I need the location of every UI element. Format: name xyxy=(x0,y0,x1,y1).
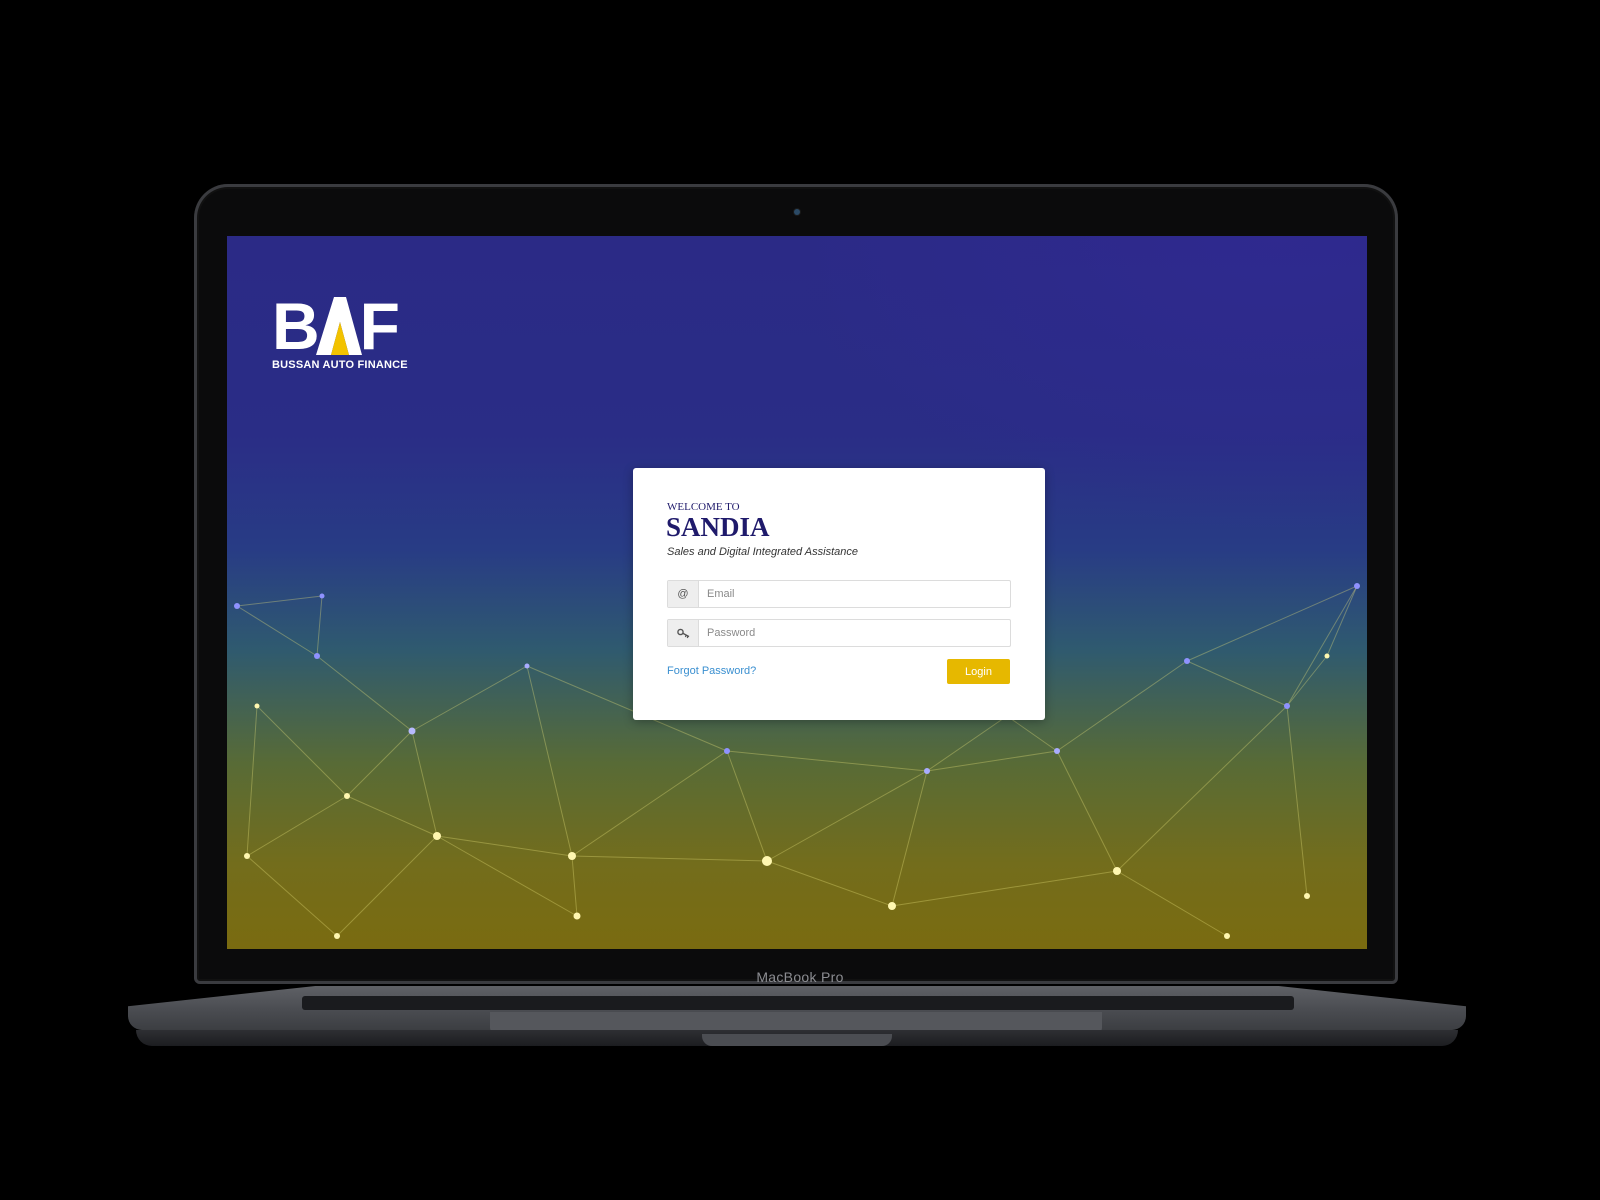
app-title: SANDIA xyxy=(666,512,770,542)
lid-open-notch xyxy=(702,1034,892,1046)
device-label: MacBook Pro xyxy=(756,969,844,985)
login-screen: B F BUSSAN AUTO FINANCE WELCOME TO SANDI… xyxy=(227,236,1367,949)
keyboard xyxy=(302,996,1294,1010)
forgot-password-link[interactable]: Forgot Password? xyxy=(667,665,756,677)
logo-letter-a xyxy=(315,297,362,355)
trackpad-edge xyxy=(490,1012,1102,1032)
email-field-group: @ xyxy=(667,580,1011,608)
login-card: WELCOME TO SANDIA Sales and Digital Inte… xyxy=(633,468,1045,720)
mockup-stage: B F BUSSAN AUTO FINANCE WELCOME TO SANDI… xyxy=(0,0,1600,1200)
key-icon xyxy=(668,620,699,646)
webcam xyxy=(794,209,800,215)
logo-letter-b: B xyxy=(272,289,320,363)
logo-tagline: BUSSAN AUTO FINANCE xyxy=(272,359,408,371)
email-input[interactable] xyxy=(699,581,1010,607)
baf-logo: B F BUSSAN AUTO FINANCE xyxy=(272,289,408,371)
login-button[interactable]: Login xyxy=(947,659,1010,684)
baf-logo-mark: B F xyxy=(272,289,408,363)
password-input[interactable] xyxy=(699,620,1010,646)
app-subtitle: Sales and Digital Integrated Assistance xyxy=(667,546,858,558)
password-field-group xyxy=(667,619,1011,647)
logo-letter-f: F xyxy=(359,289,400,363)
at-icon: @ xyxy=(668,581,699,607)
